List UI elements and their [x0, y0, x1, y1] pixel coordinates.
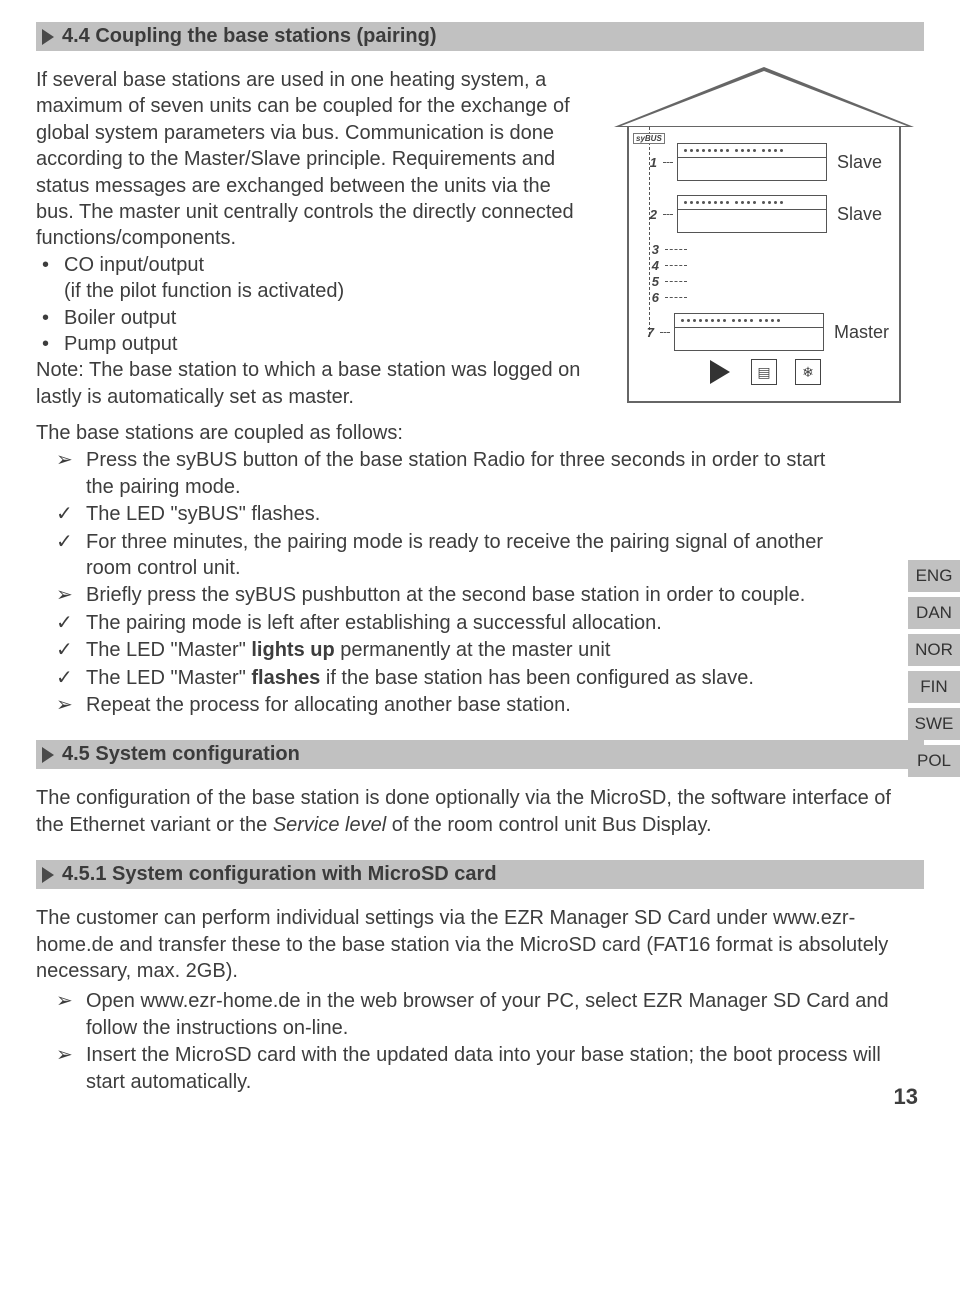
unit-num-6: 6 — [641, 290, 659, 305]
step-8: Repeat the process for allocating anothe… — [86, 692, 854, 718]
section-4-5-1-steps: Open www.ezr-home.de in the web browser … — [36, 988, 924, 1095]
unit-num-1: 1 — [639, 155, 657, 170]
section-4-5-1-title: 4.5.1 System configuration with MicroSD … — [62, 863, 497, 886]
unit-num-5: 5 — [641, 274, 659, 289]
play-icon — [707, 359, 733, 385]
unit-num-2: 2 — [639, 207, 657, 222]
bullet-co: CO input/output (if the pilot function i… — [64, 252, 592, 305]
device-1 — [677, 143, 827, 181]
page: 4.4 Coupling the base stations (pairing)… — [0, 0, 960, 1116]
label-master: Master — [834, 322, 889, 343]
tank-icon: ▤ — [751, 359, 777, 385]
unit-num-3: 3 — [641, 242, 659, 257]
section-4-5-title: 4.5 System configuration — [62, 743, 300, 766]
bullet-boiler: Boiler output — [64, 305, 592, 331]
arrow-icon — [42, 29, 54, 45]
step-1: Press the syBUS button of the base stati… — [86, 447, 854, 500]
section-4-5-paragraph: The configuration of the base station is… — [36, 785, 924, 838]
section-4-4-heading: 4.4 Coupling the base stations (pairing) — [36, 22, 924, 51]
step-6: The LED "Master" lights up permanently a… — [86, 637, 854, 663]
bullet-pump: Pump output — [64, 331, 592, 357]
lang-pol[interactable]: POL — [908, 745, 960, 777]
page-number: 13 — [894, 1084, 918, 1110]
unit-num-4: 4 — [641, 258, 659, 273]
section-4-4-paragraph: If several base stations are used in one… — [36, 67, 592, 252]
house-diagram: syBUS 1 Slave 2 Slave — [614, 67, 924, 403]
label-slave-1: Slave — [837, 152, 882, 173]
roof-icon — [614, 67, 914, 127]
section-4-5-1-heading: 4.5.1 System configuration with MicroSD … — [36, 860, 924, 889]
step-7: The LED "Master" flashes if the base sta… — [86, 665, 854, 691]
lang-eng[interactable]: ENG — [908, 560, 960, 592]
lang-fin[interactable]: FIN — [908, 671, 960, 703]
bullet-co-text: CO input/output — [64, 254, 204, 276]
step-2: The LED "syBUS" flashes. — [86, 501, 854, 527]
lang-nor[interactable]: NOR — [908, 634, 960, 666]
label-slave-2: Slave — [837, 204, 882, 225]
section-4-4-title: 4.4 Coupling the base stations (pairing) — [62, 25, 436, 48]
sd-step-2: Insert the MicroSD card with the updated… — [86, 1042, 924, 1095]
step-4: Briefly press the syBUS pushbutton at th… — [86, 582, 854, 608]
section-4-5-1-paragraph: The customer can perform individual sett… — [36, 905, 924, 984]
unit-num-7: 7 — [639, 325, 654, 340]
arrow-icon — [42, 747, 54, 763]
language-tabs: ENG DAN NOR FIN SWE POL — [908, 560, 960, 777]
heat-cool-icon: ❄ — [795, 359, 821, 385]
section-4-5-heading: 4.5 System configuration — [36, 740, 924, 769]
sybus-label: syBUS — [633, 133, 665, 144]
section-4-4-note: Note: The base station to which a base s… — [36, 357, 592, 410]
section-4-4-body: If several base stations are used in one… — [36, 67, 924, 410]
lang-swe[interactable]: SWE — [908, 708, 960, 740]
proc-steps: Press the syBUS button of the base stati… — [36, 447, 854, 718]
proc-intro: The base stations are coupled as follows… — [36, 420, 854, 446]
device-2 — [677, 195, 827, 233]
arrow-icon — [42, 867, 54, 883]
step-5: The pairing mode is left after establish… — [86, 610, 854, 636]
step-3: For three minutes, the pairing mode is r… — [86, 529, 854, 582]
sd-step-1: Open www.ezr-home.de in the web browser … — [86, 988, 924, 1041]
device-7 — [674, 313, 824, 351]
lang-dan[interactable]: DAN — [908, 597, 960, 629]
section-4-4-bullets: CO input/output (if the pilot function i… — [36, 252, 592, 358]
bullet-co-sub: (if the pilot function is activated) — [64, 280, 344, 302]
